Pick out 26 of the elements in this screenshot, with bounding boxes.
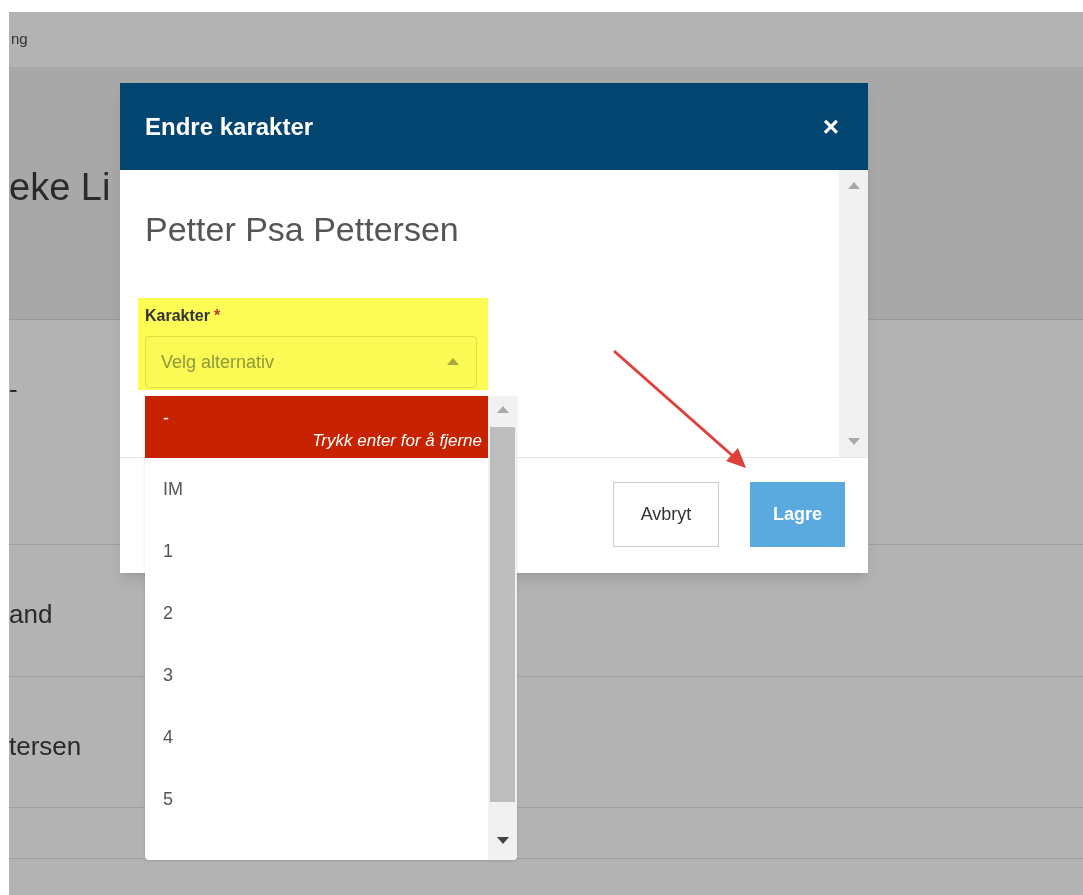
row-text: - bbox=[9, 373, 18, 406]
page-heading: eke Li bbox=[9, 166, 111, 208]
scroll-down-icon[interactable] bbox=[496, 837, 509, 844]
select-field[interactable]: Velg alternativ bbox=[145, 336, 477, 388]
dropdown-option[interactable]: - Trykk enter for å fjerne bbox=[145, 396, 488, 458]
field-label: Karakter bbox=[145, 306, 210, 326]
caret-icon bbox=[447, 358, 459, 365]
dialog-title: Endre karakter bbox=[145, 111, 314, 142]
dropdown-option[interactable]: 1 bbox=[145, 520, 488, 582]
dropdown-option[interactable]: IM bbox=[145, 458, 488, 520]
option-hint: Trykk enter for å fjerne bbox=[312, 432, 482, 449]
cancel-button[interactable]: Avbryt bbox=[613, 482, 719, 547]
scroll-up-icon[interactable] bbox=[496, 406, 509, 413]
row-text: tersen bbox=[9, 730, 82, 763]
scrollbar[interactable] bbox=[839, 170, 868, 457]
dropdown-option[interactable]: 3 bbox=[145, 644, 488, 706]
dropdown-option[interactable]: 2 bbox=[145, 582, 488, 644]
scroll-up-icon[interactable] bbox=[847, 182, 860, 189]
close-button[interactable]: × bbox=[818, 112, 843, 141]
row-text: and bbox=[9, 598, 53, 631]
scrollbar-thumb[interactable] bbox=[490, 427, 515, 802]
student-name: Petter Psa Pettersen bbox=[145, 212, 460, 246]
required-mark: * bbox=[213, 306, 221, 326]
dropdown-option[interactable]: 5 bbox=[145, 768, 488, 830]
breadcrumb-text: ng bbox=[11, 29, 28, 50]
dropdown-option[interactable]: 4 bbox=[145, 706, 488, 768]
